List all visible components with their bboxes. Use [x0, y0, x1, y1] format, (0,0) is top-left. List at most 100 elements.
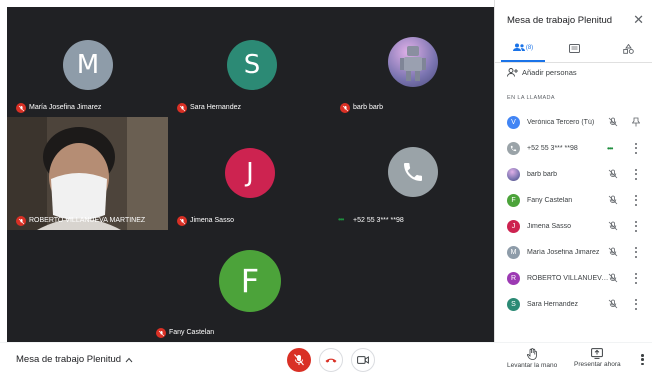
present-now-label: Presentar ahora: [574, 361, 621, 368]
mic-off-icon: [177, 216, 187, 226]
avatar: [507, 141, 520, 155]
mic-toggle-button[interactable]: [287, 348, 311, 372]
more-options-icon[interactable]: [641, 354, 644, 365]
panel-title: Mesa de trabajo Plenitud: [507, 15, 613, 26]
participant-tile[interactable]: J Jimena Sasso: [168, 117, 331, 230]
avatar: J: [507, 219, 520, 233]
present-screen-icon: [591, 348, 604, 359]
avatar: F: [507, 193, 520, 207]
participant-tile[interactable]: ••• +52 55 3*** **98: [331, 117, 494, 230]
list-item[interactable]: S Sara Hernandez: [495, 291, 652, 317]
meet-app: M María Josefina Jimarez S Sara Hernande…: [0, 0, 652, 374]
present-now-button[interactable]: Presentar ahora: [574, 348, 621, 368]
participant-name: +52 55 3*** **98: [353, 217, 404, 224]
chevron-up-icon: [125, 357, 133, 362]
more-options-icon[interactable]: [634, 168, 638, 180]
pin-icon[interactable]: [632, 117, 640, 127]
list-item[interactable]: V Verónica Tercero (Tú): [495, 109, 652, 135]
participant-name: Fany Castelan: [527, 196, 573, 204]
mic-off-icon: [16, 103, 26, 113]
avatar-image: [507, 167, 520, 181]
participant-name: ROBERTO VILLANUEVA MARTINEZ: [29, 217, 146, 224]
participant-name: barb barb: [353, 104, 383, 111]
more-options-icon[interactable]: [634, 272, 638, 284]
add-people-label: Añadir personas: [522, 68, 577, 77]
video-grid: M María Josefina Jimarez S Sara Hernande…: [0, 0, 494, 342]
mic-off-icon: [156, 328, 166, 338]
participant-tile[interactable]: F Fany Castelan: [147, 230, 354, 342]
raise-hand-button[interactable]: Levantar la mano: [507, 348, 557, 369]
avatar: F: [219, 250, 281, 312]
speaking-indicator: •••: [607, 143, 613, 153]
participant-name: María Josefina Jimarez: [29, 104, 102, 111]
avatar: R: [507, 271, 520, 285]
more-options-icon[interactable]: [634, 194, 638, 206]
in-call-label: EN LA LLAMADA: [507, 95, 555, 101]
empty-tile: [7, 230, 147, 342]
more-options-icon[interactable]: [634, 298, 638, 310]
list-item[interactable]: J Jimena Sasso: [495, 213, 652, 239]
video-camera-icon: [357, 356, 369, 364]
more-options-icon[interactable]: [634, 142, 638, 154]
avatar-image: [388, 37, 438, 87]
participant-tile[interactable]: M María Josefina Jimarez: [7, 7, 168, 117]
avatar: V: [507, 115, 520, 129]
participant-name: Verónica Tercero (Tú): [527, 118, 595, 126]
avatar: S: [227, 40, 277, 90]
participant-tile[interactable]: S Sara Hernandez: [168, 7, 331, 117]
people-panel: Mesa de trabajo Plenitud ✕ (8) Añadir pe…: [494, 0, 652, 342]
phone-icon: [510, 145, 517, 151]
participant-name: Sara Hernandez: [527, 300, 578, 308]
list-item[interactable]: F Fany Castelan: [495, 187, 652, 213]
tab-chat[interactable]: [555, 35, 593, 62]
avatar: M: [63, 40, 113, 90]
avatar: S: [507, 297, 520, 311]
avatar: M: [507, 245, 520, 259]
list-item[interactable]: R ROBERTO VILLANUEVA ...: [495, 265, 652, 291]
mic-off-icon: [608, 169, 618, 179]
hang-up-icon: [325, 358, 337, 363]
avatar: [388, 147, 438, 197]
mic-off-icon: [608, 195, 618, 205]
mic-off-icon: [608, 247, 618, 257]
mic-off-icon: [608, 117, 618, 127]
participant-video-tile[interactable]: ROBERTO VILLANUEVA MARTINEZ: [7, 117, 168, 230]
camera-toggle-button[interactable]: [351, 348, 375, 372]
mic-off-icon: [177, 103, 187, 113]
mic-off-icon: [608, 273, 618, 283]
more-options-icon[interactable]: [634, 246, 638, 258]
mic-off-icon: [340, 103, 350, 113]
people-icon: [512, 43, 525, 51]
bottom-bar: Mesa de trabajo Plenitud Levantar la man…: [0, 342, 652, 374]
add-people-button[interactable]: Añadir personas: [507, 68, 577, 77]
participant-name: Jimena Sasso: [527, 222, 571, 230]
tab-activities[interactable]: [609, 35, 647, 62]
add-person-icon: [507, 68, 518, 77]
meeting-title: Mesa de trabajo Plenitud: [16, 354, 122, 365]
close-panel-button[interactable]: ✕: [633, 12, 644, 28]
chat-icon: [568, 43, 580, 53]
participant-name: barb barb: [527, 170, 557, 178]
raise-hand-label: Levantar la mano: [507, 362, 558, 369]
panel-tabs: (8): [495, 35, 652, 63]
more-options-icon[interactable]: [634, 220, 638, 232]
mic-off-icon: [16, 216, 26, 226]
leave-call-button[interactable]: [319, 348, 343, 372]
participant-name: Sara Hernandez: [190, 104, 241, 111]
mic-off-icon: [608, 299, 618, 309]
hand-icon: [527, 348, 537, 360]
meeting-details-button[interactable]: Mesa de trabajo Plenitud: [16, 354, 133, 365]
people-count: (8): [525, 44, 534, 51]
participant-name: María Josefina Jimarez: [527, 248, 600, 256]
participant-name: ROBERTO VILLANUEVA ...: [527, 274, 609, 282]
tab-people[interactable]: (8): [501, 35, 545, 62]
list-item[interactable]: +52 55 3*** **98 •••: [495, 135, 652, 161]
participant-name: +52 55 3*** **98: [527, 144, 578, 152]
speaking-indicator: •••: [338, 215, 344, 224]
phone-icon: [404, 163, 422, 181]
list-item[interactable]: M María Josefina Jimarez: [495, 239, 652, 265]
robot-icon: [400, 46, 426, 81]
empty-tile: [354, 230, 494, 342]
list-item[interactable]: barb barb: [495, 161, 652, 187]
participant-tile[interactable]: barb barb: [331, 7, 494, 117]
